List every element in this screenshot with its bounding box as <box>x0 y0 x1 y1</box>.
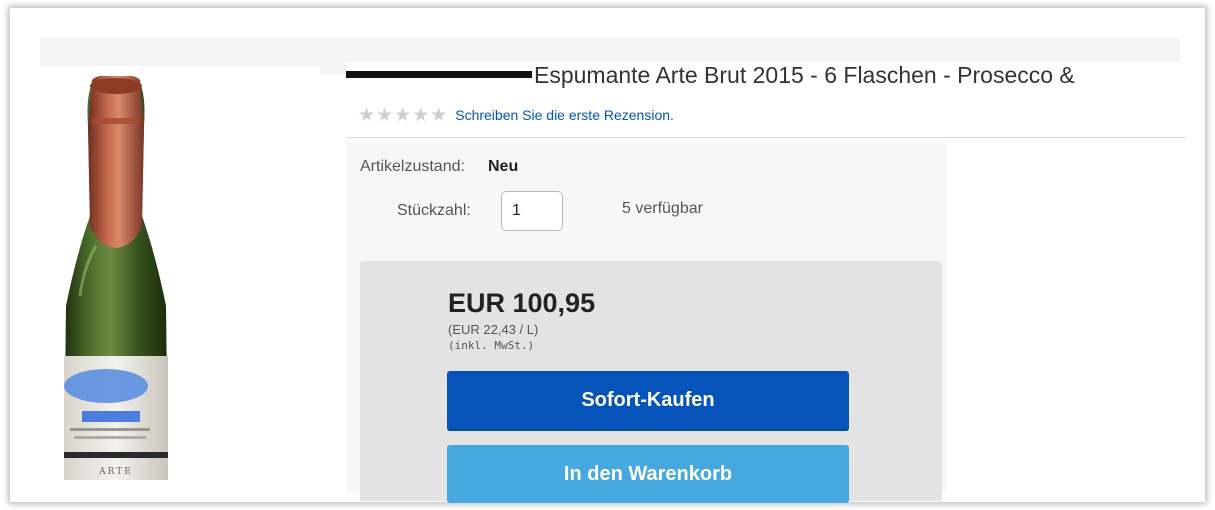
rating-stars: ★ ★ ★ ★ ★ <box>358 106 447 125</box>
write-review-link[interactable]: Schreiben Sie die erste Rezension. <box>455 107 674 123</box>
condition-label: Artikelzustand: <box>360 158 465 175</box>
buy-now-button[interactable]: Sofort-Kaufen <box>447 371 849 429</box>
star-icon: ★ <box>412 104 430 126</box>
product-title-text: Espumante Arte Brut 2015 - 6 Flaschen - … <box>534 62 1075 88</box>
star-icon: ★ <box>358 104 376 126</box>
unit-price: (EUR 22,43 / L) <box>448 322 539 337</box>
product-image[interactable]: ARTE <box>40 66 320 480</box>
add-to-cart-button[interactable]: In den Warenkorb <box>447 445 849 503</box>
star-icon: ★ <box>376 104 394 126</box>
vat-note: (inkl. MwSt.) <box>448 339 535 352</box>
quantity-input[interactable] <box>501 191 563 231</box>
price: EUR 100,95 <box>448 288 596 318</box>
available-quantity: 5 verfügbar <box>622 200 703 217</box>
divider <box>346 137 1186 138</box>
quantity-label: Stückzahl: <box>397 202 471 219</box>
bottle-label-text: ARTE <box>98 467 133 477</box>
star-icon: ★ <box>394 104 412 126</box>
product-title: Espumante Arte Brut 2015 - 6 Flaschen - … <box>346 62 1186 92</box>
rating-row: ★ ★ ★ ★ ★ Schreiben Sie die erste Rezens… <box>358 104 674 126</box>
star-icon: ★ <box>430 104 448 126</box>
champagne-bottle-image: ARTE <box>64 76 168 480</box>
condition-value: Neu <box>488 158 519 175</box>
title-redaction <box>346 71 532 79</box>
